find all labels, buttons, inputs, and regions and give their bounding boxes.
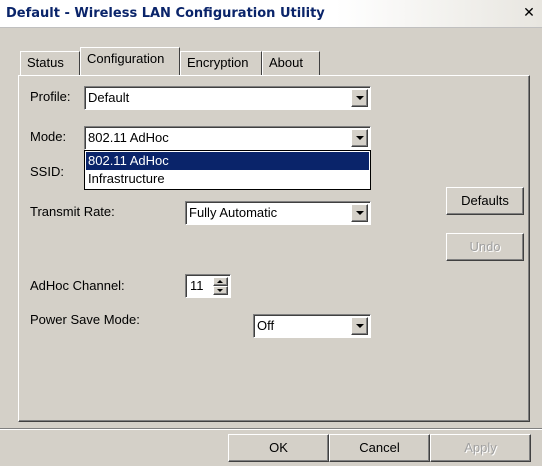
tab-label: Status: [27, 55, 64, 70]
bottom-separator: [0, 428, 542, 430]
ssid-label: SSID:: [30, 164, 64, 179]
mode-option-adhoc[interactable]: 802.11 AdHoc: [86, 152, 369, 170]
mode-select[interactable]: 802.11 AdHoc: [84, 126, 371, 150]
transmit-rate-select[interactable]: Fully Automatic: [185, 201, 371, 225]
profile-value: Default: [88, 90, 130, 105]
title-bar: Default - Wireless LAN Configuration Uti…: [0, 0, 542, 28]
mode-value: 802.11 AdHoc: [88, 130, 169, 145]
transmit-rate-value: Fully Automatic: [189, 205, 278, 220]
tab-about[interactable]: About: [262, 51, 320, 75]
transmit-rate-label: Transmit Rate:: [30, 204, 115, 219]
apply-button[interactable]: Apply: [430, 434, 531, 462]
undo-button[interactable]: Undo: [446, 233, 524, 261]
cancel-button[interactable]: Cancel: [329, 434, 430, 462]
chevron-down-icon[interactable]: [351, 317, 368, 335]
mode-label: Mode:: [30, 129, 67, 144]
tab-label: Configuration: [87, 51, 165, 66]
tab-label: Encryption: [187, 55, 249, 70]
profile-select[interactable]: Default: [84, 86, 371, 110]
adhoc-channel-spinner[interactable]: 11: [185, 274, 231, 298]
spin-up-icon[interactable]: [213, 277, 228, 286]
close-icon[interactable]: ✕: [520, 5, 538, 22]
chevron-down-icon[interactable]: [351, 129, 368, 147]
ok-button[interactable]: OK: [228, 434, 329, 462]
mode-dropdown-list: 802.11 AdHoc Infrastructure: [84, 150, 371, 190]
tab-configuration[interactable]: Configuration: [80, 47, 180, 75]
tab-encryption[interactable]: Encryption: [180, 51, 262, 75]
window-title: Default - Wireless LAN Configuration Uti…: [6, 6, 325, 21]
tab-status[interactable]: Status: [20, 51, 80, 75]
adhoc-channel-value: 11: [190, 278, 204, 293]
mode-option-infrastructure[interactable]: Infrastructure: [86, 170, 369, 188]
defaults-button[interactable]: Defaults: [446, 187, 524, 215]
chevron-down-icon[interactable]: [351, 204, 368, 222]
spin-down-icon[interactable]: [213, 286, 228, 295]
power-save-mode-value: Off: [257, 318, 275, 333]
adhoc-channel-label: AdHoc Channel:: [30, 278, 125, 293]
power-save-mode-select[interactable]: Off: [253, 314, 371, 338]
tab-label: About: [269, 55, 303, 70]
profile-label: Profile:: [30, 89, 71, 104]
power-save-mode-label: Power Save Mode:: [30, 312, 140, 327]
chevron-down-icon[interactable]: [351, 89, 368, 107]
